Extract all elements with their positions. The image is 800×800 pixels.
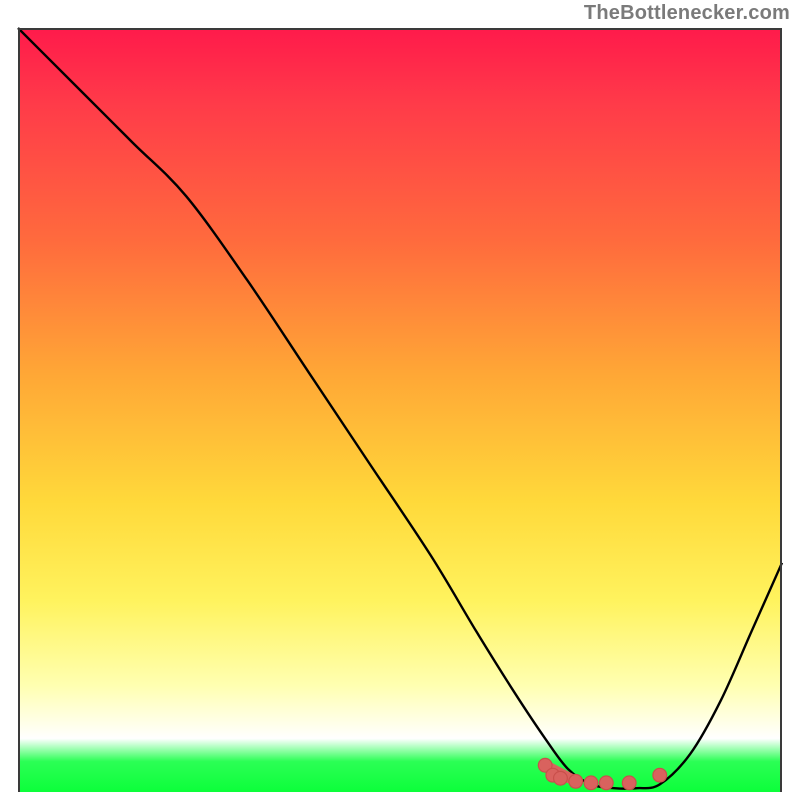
marker-point (584, 776, 598, 790)
marker-point (569, 774, 583, 788)
marker-group (538, 758, 666, 789)
marker-point (554, 771, 568, 785)
curve-svg (18, 28, 782, 792)
bottleneck-curve (18, 28, 782, 789)
attribution-label: TheBottlenecker.com (584, 2, 790, 25)
marker-point (599, 776, 613, 790)
marker-point (622, 776, 636, 790)
chart-container: TheBottlenecker.com (0, 0, 800, 800)
plot-inner (18, 28, 782, 792)
plot-area (18, 28, 782, 792)
marker-point (653, 768, 667, 782)
